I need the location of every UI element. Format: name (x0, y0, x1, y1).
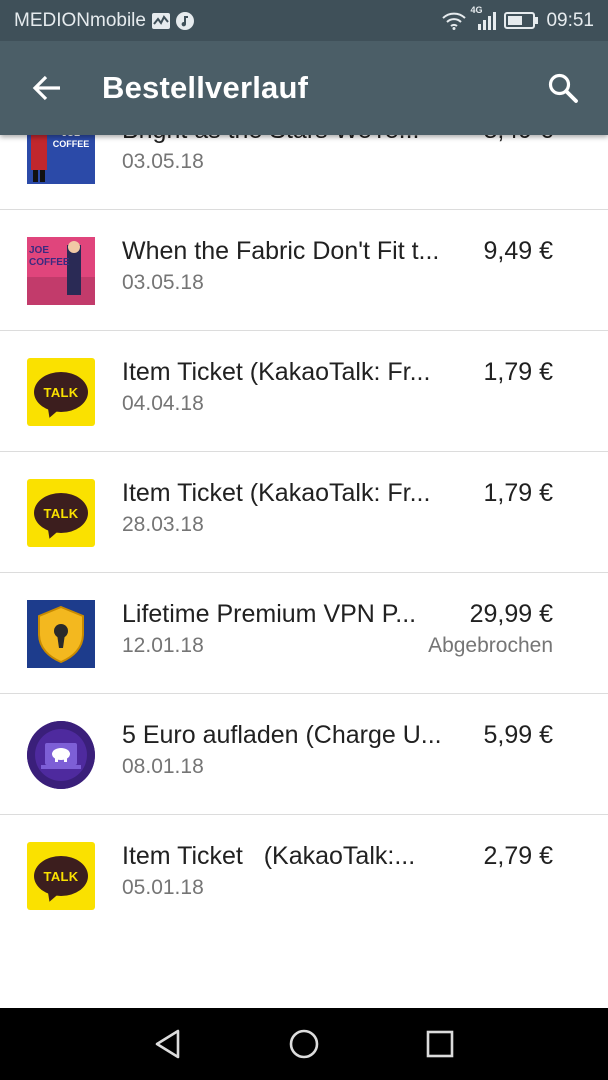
network-type-label: 4G (470, 4, 483, 15)
order-item[interactable]: TALK Item Ticket (KakaoTalk: Fr... 28.03… (0, 452, 608, 573)
order-date: 05.01.18 (122, 876, 204, 899)
wifi-icon (442, 12, 467, 30)
status-bar: MEDIONmobile 4G 09:51 (0, 0, 608, 41)
music-note-icon (175, 11, 194, 30)
talk-bubble-label: TALK (34, 372, 88, 412)
screen: MEDIONmobile 4G 09:51 Bestellverlauf COF… (0, 0, 608, 1080)
order-item[interactable]: TALK Item Ticket (KakaoTalk:... 05.01.18… (0, 815, 608, 936)
navigation-bar (0, 1008, 608, 1080)
order-date: 28.03.18 (122, 513, 204, 536)
back-triangle-icon (155, 1029, 180, 1059)
order-item[interactable]: TALK Item Ticket (KakaoTalk: Fr... 04.04… (0, 331, 608, 452)
kakaotalk-icon: TALK (27, 842, 95, 910)
order-date: 04.04.18 (122, 392, 204, 415)
order-price: 9,49 € (483, 237, 553, 265)
battery-icon (504, 12, 539, 29)
order-date: 03.05.18 (122, 271, 204, 294)
order-status: Abgebrochen (428, 634, 553, 657)
arrow-left-icon (32, 75, 60, 101)
album-cover-thumbnail: JOE COFFEE (27, 237, 95, 305)
order-date: 12.01.18 (122, 634, 204, 657)
order-title: 5 Euro aufladen (Charge U... (122, 721, 442, 749)
kakaotalk-icon: TALK (27, 479, 95, 547)
kakaotalk-icon: TALK (27, 358, 95, 426)
order-date: 03.05.18 (122, 150, 204, 173)
order-title: Item Ticket (KakaoTalk: Fr... (122, 358, 431, 386)
nav-back-button[interactable] (138, 1014, 198, 1074)
home-circle-icon (289, 1029, 319, 1059)
signal-icon: 4G (470, 5, 497, 30)
order-list: JOE COFFEE Bright as the Stars We're... … (0, 89, 608, 936)
page-title: Bestellverlauf (102, 70, 309, 105)
album-cover-text: JOE COFFEE (29, 245, 70, 268)
order-price: 2,79 € (483, 842, 553, 870)
order-date: 08.01.18 (122, 755, 204, 778)
order-title: Item Ticket (KakaoTalk: Fr... (122, 479, 431, 507)
piggy-bank-icon (27, 721, 95, 789)
nav-recents-button[interactable] (410, 1014, 470, 1074)
order-title: When the Fabric Don't Fit t... (122, 237, 440, 265)
order-title: Lifetime Premium VPN P... (122, 600, 417, 628)
back-button[interactable] (24, 65, 70, 111)
order-price: 5,99 € (483, 721, 553, 749)
carrier-name: MEDIONmobile (14, 9, 146, 31)
order-price: 1,79 € (483, 358, 553, 386)
nav-home-button[interactable] (274, 1014, 334, 1074)
vpn-shield-icon (27, 600, 95, 668)
order-item[interactable]: 5 Euro aufladen (Charge U... 08.01.18 5,… (0, 694, 608, 815)
order-price: 29,99 € (469, 600, 553, 628)
search-icon (548, 73, 578, 103)
clock: 09:51 (546, 9, 594, 31)
order-item[interactable]: Lifetime Premium VPN P... 12.01.18 29,99… (0, 573, 608, 694)
activity-monitor-icon (151, 12, 170, 29)
talk-bubble-label: TALK (34, 856, 88, 896)
search-button[interactable] (538, 63, 588, 113)
order-price: 1,79 € (483, 479, 553, 507)
recents-square-icon (426, 1030, 454, 1058)
app-bar: Bestellverlauf (0, 41, 608, 135)
order-item[interactable]: JOE COFFEE When the Fabric Don't Fit t..… (0, 210, 608, 331)
talk-bubble-label: TALK (34, 493, 88, 533)
order-title: Item Ticket (KakaoTalk:... (122, 842, 416, 870)
